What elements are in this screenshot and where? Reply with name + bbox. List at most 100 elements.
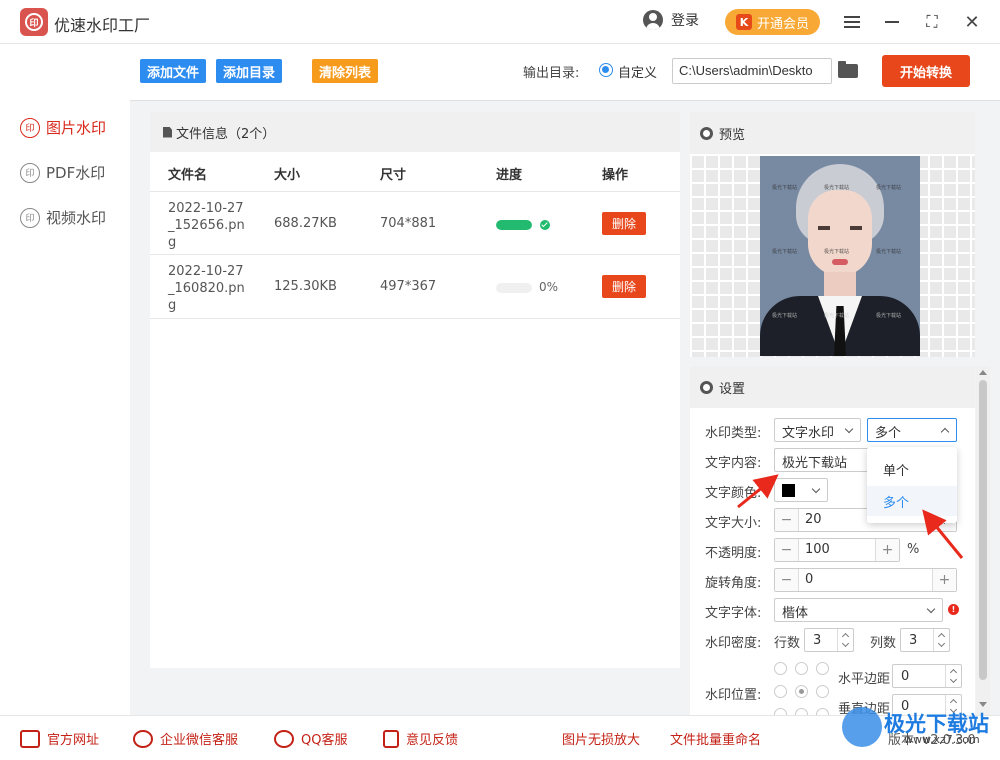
position-option[interactable] bbox=[774, 685, 787, 698]
close-icon[interactable]: ✕ bbox=[960, 10, 984, 34]
settings-header: 设置 bbox=[690, 366, 975, 408]
color-swatch bbox=[782, 484, 795, 497]
feedback-link[interactable]: 意见反馈 bbox=[383, 729, 458, 748]
cols-stepper[interactable]: 3 bbox=[900, 628, 950, 652]
sidebar: 印 图片水印 印 PDF水印 印 视频水印 bbox=[0, 45, 130, 715]
sidebar-item-label: PDF水印 bbox=[46, 164, 106, 182]
clear-list-button[interactable]: 清除列表 bbox=[312, 59, 379, 83]
vip-button[interactable]: K 开通会员 bbox=[725, 9, 820, 35]
percent-unit: % bbox=[907, 542, 920, 557]
warning-icon[interactable]: ! bbox=[948, 604, 959, 615]
color-picker[interactable] bbox=[774, 478, 828, 502]
settings-scrollbar[interactable] bbox=[976, 366, 990, 715]
col-progress: 进度 bbox=[496, 168, 523, 183]
spin-arrows-icon[interactable] bbox=[933, 629, 949, 651]
watermark-text: 极光下载站 bbox=[772, 185, 798, 191]
file-info-title: 文件信息（2个） bbox=[176, 126, 276, 142]
dropdown-option-single[interactable]: 单个 bbox=[867, 454, 957, 484]
vip-label: 开通会员 bbox=[756, 16, 809, 32]
spin-arrows-icon[interactable] bbox=[945, 665, 961, 687]
sidebar-item-video-watermark[interactable]: 印 视频水印 bbox=[20, 207, 106, 228]
position-option-selected[interactable] bbox=[795, 685, 808, 698]
scroll-thumb[interactable] bbox=[979, 380, 987, 680]
position-option[interactable] bbox=[816, 708, 829, 715]
footer-link-label: 企业微信客服 bbox=[160, 733, 239, 748]
table-row: 2022-10-27_160820.png 125.30KB 497*367 0… bbox=[150, 255, 680, 319]
col-action: 操作 bbox=[602, 168, 629, 183]
cols-label: 列数 bbox=[870, 636, 897, 651]
toolbar: 添加文件 添加目录 清除列表 输出目录: 自定义 C:\Users\admin\… bbox=[130, 45, 1000, 101]
custom-radio-label[interactable]: 自定义 bbox=[618, 62, 657, 81]
decrement-button[interactable]: − bbox=[775, 569, 799, 591]
text-size-label: 文字大小: bbox=[705, 516, 762, 531]
watermark-mode-select[interactable]: 多个 bbox=[867, 418, 957, 442]
position-option[interactable] bbox=[795, 708, 808, 715]
add-directory-button[interactable]: 添加目录 bbox=[216, 59, 283, 83]
scroll-up-icon[interactable] bbox=[979, 370, 987, 375]
progress-bar bbox=[496, 283, 532, 293]
user-icon bbox=[643, 10, 663, 30]
batch-rename-link[interactable]: 文件批量重命名 bbox=[670, 729, 761, 748]
position-option[interactable] bbox=[795, 662, 808, 675]
sidebar-item-label: 视频水印 bbox=[46, 209, 107, 227]
font-value: 楷体 bbox=[782, 606, 809, 621]
wechat-support-link[interactable]: 企业微信客服 bbox=[133, 729, 238, 748]
add-file-button[interactable]: 添加文件 bbox=[140, 59, 207, 83]
font-label: 文字字体: bbox=[705, 606, 762, 621]
delete-button[interactable]: 删除 bbox=[602, 212, 646, 235]
chevron-up-icon bbox=[940, 427, 950, 437]
watermark-type-select[interactable]: 文字水印 bbox=[774, 418, 861, 442]
rotation-value[interactable]: 0 bbox=[799, 569, 932, 591]
chevron-down-icon bbox=[844, 424, 854, 434]
increment-button[interactable]: + bbox=[932, 569, 956, 591]
position-option[interactable] bbox=[816, 662, 829, 675]
table-row: 2022-10-27_152656.png 688.27KB 704*881 删… bbox=[150, 191, 680, 255]
h-margin-stepper[interactable]: 0 bbox=[892, 664, 962, 688]
start-convert-button[interactable]: 开始转换 bbox=[882, 55, 970, 87]
document-icon bbox=[383, 729, 399, 748]
sidebar-item-image-watermark[interactable]: 印 图片水印 bbox=[20, 117, 106, 138]
file-panel: 文件信息（2个） 文件名 大小 尺寸 进度 操作 2022-10-27_1526… bbox=[150, 112, 680, 668]
opacity-stepper[interactable]: − 100 + bbox=[774, 538, 900, 562]
chat-icon bbox=[133, 729, 153, 748]
file-dimensions: 497*367 bbox=[380, 279, 437, 294]
footer-link-label: 官方网址 bbox=[47, 733, 100, 748]
spin-arrows-icon[interactable] bbox=[837, 629, 853, 651]
cols-value: 3 bbox=[909, 633, 918, 648]
watermark-text: 极光下载站 bbox=[876, 249, 902, 255]
menu-icon[interactable] bbox=[840, 10, 864, 34]
sidebar-item-pdf-watermark[interactable]: 印 PDF水印 bbox=[20, 162, 105, 183]
minimize-icon[interactable] bbox=[880, 10, 904, 34]
official-site-link[interactable]: 官方网址 bbox=[20, 729, 99, 748]
text-color-label: 文字颜色: bbox=[705, 486, 762, 501]
watermark-text: 极光下载站 bbox=[876, 185, 902, 191]
decrement-button[interactable]: − bbox=[775, 509, 799, 531]
output-path-input[interactable]: C:\Users\admin\Deskto bbox=[672, 58, 832, 84]
chevron-down-icon bbox=[811, 484, 821, 494]
login-button[interactable]: 登录 bbox=[643, 10, 699, 30]
title-bar: 印 优速水印工厂 登录 K 开通会员 ⛶ ✕ bbox=[0, 0, 1000, 44]
sidebar-item-label: 图片水印 bbox=[46, 119, 107, 137]
watermark-type-label: 水印类型: bbox=[705, 426, 762, 441]
col-dimensions: 尺寸 bbox=[380, 168, 407, 183]
font-select[interactable]: 楷体 bbox=[774, 598, 943, 622]
position-option[interactable] bbox=[774, 708, 787, 715]
rows-value: 3 bbox=[813, 633, 822, 648]
custom-radio[interactable] bbox=[599, 63, 613, 77]
progress-bar bbox=[496, 220, 532, 230]
increment-button[interactable]: + bbox=[875, 539, 899, 561]
logo-text: 印 bbox=[25, 13, 43, 31]
lossless-upscale-link[interactable]: 图片无损放大 bbox=[562, 729, 640, 748]
position-option[interactable] bbox=[816, 685, 829, 698]
decrement-button[interactable]: − bbox=[775, 539, 799, 561]
rows-stepper[interactable]: 3 bbox=[804, 628, 854, 652]
opacity-value[interactable]: 100 bbox=[799, 539, 875, 561]
qq-support-link[interactable]: QQ客服 bbox=[274, 729, 347, 748]
rotation-stepper[interactable]: − 0 + bbox=[774, 568, 957, 592]
dropdown-option-multiple[interactable]: 多个 bbox=[867, 486, 957, 516]
folder-icon[interactable] bbox=[838, 61, 858, 78]
maximize-icon[interactable]: ⛶ bbox=[920, 10, 944, 34]
delete-button[interactable]: 删除 bbox=[602, 275, 646, 298]
document-icon bbox=[163, 126, 172, 138]
position-option[interactable] bbox=[774, 662, 787, 675]
